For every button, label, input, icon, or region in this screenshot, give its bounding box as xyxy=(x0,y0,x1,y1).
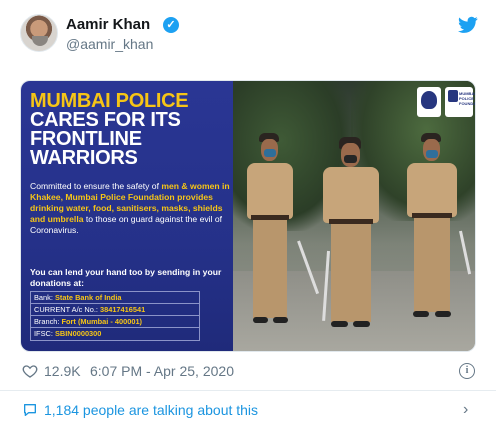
bank-details-table: Bank: State Bank of India CURRENT A/c No… xyxy=(30,291,200,341)
bank-row: Bank: State Bank of India xyxy=(31,292,199,304)
chevron-right-icon[interactable]: › xyxy=(463,401,468,419)
author-handle[interactable]: @aamir_khan xyxy=(66,36,153,52)
heart-icon[interactable] xyxy=(22,363,38,379)
divider xyxy=(0,390,496,391)
poster-body: Committed to ensure the safety of men & … xyxy=(30,181,230,235)
tweet-image[interactable]: MUMBAI POLICE FOUNDATION MUMBAI POLICE C… xyxy=(20,80,476,352)
like-count[interactable]: 12.9K xyxy=(44,363,81,379)
mumbai-police-logo xyxy=(417,87,441,117)
poster-donation-call: You can lend your hand too by sending in… xyxy=(30,267,222,288)
account-row: CURRENT A/c No.: 38417416541 xyxy=(31,304,199,316)
author-name[interactable]: Aamir Khan xyxy=(66,16,150,33)
ifsc-row: IFSC: SBIN0000300 xyxy=(34,329,102,338)
twitter-bird-icon[interactable] xyxy=(458,16,478,34)
avatar[interactable] xyxy=(20,14,58,52)
tweet-card: Aamir Khan ✓ @aamir_khan MUMBAI POLICE F… xyxy=(0,0,496,424)
poster-headline: MUMBAI POLICE CARES FOR ITS FRONTLINE WA… xyxy=(30,90,189,169)
branch-row: Branch: Fort (Mumbai - 400001) xyxy=(31,316,199,328)
verified-badge-icon: ✓ xyxy=(163,17,179,33)
mumbai-police-foundation-logo: MUMBAI POLICE FOUNDATION xyxy=(445,87,475,117)
conversation-link[interactable]: 1,184 people are talking about this xyxy=(44,402,258,418)
info-icon[interactable]: i xyxy=(459,363,475,379)
speech-bubble-icon xyxy=(24,404,36,416)
timestamp[interactable]: 6:07 PM - Apr 25, 2020 xyxy=(90,363,234,379)
